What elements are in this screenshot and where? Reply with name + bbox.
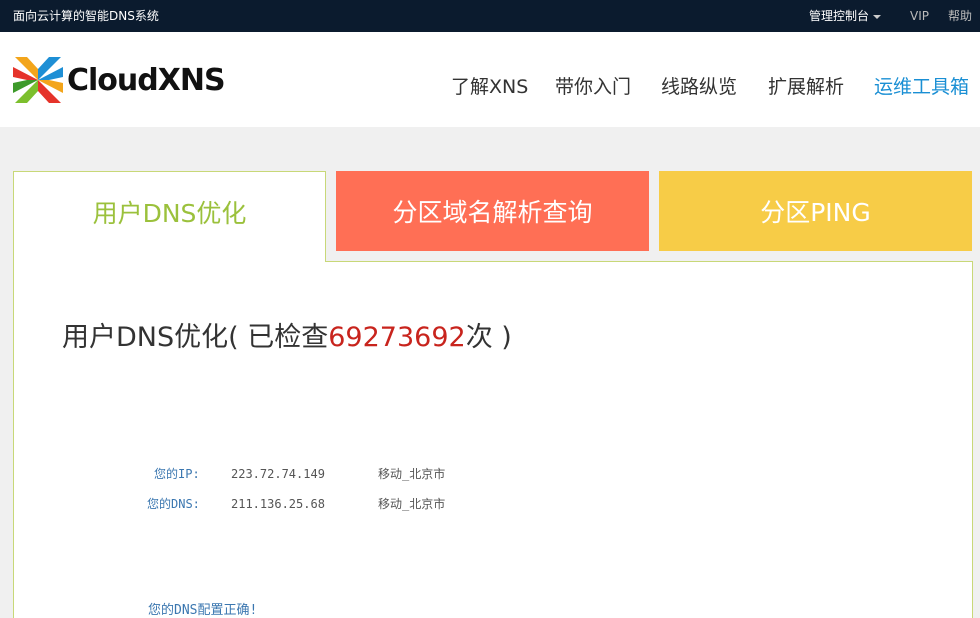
nav-extended-resolution[interactable]: 扩展解析 [768,75,844,99]
pinwheel-logo-icon [13,57,63,103]
dns-value: 211.136.25.68 [231,497,325,511]
console-menu[interactable]: 管理控制台 [809,8,882,24]
brand-name: CloudXNS [67,62,226,98]
tab-user-dns-optimization[interactable]: 用户DNS优化 [13,171,326,262]
nav-ops-toolbox[interactable]: 运维工具箱 [874,75,969,99]
tab-zone-domain-lookup[interactable]: 分区域名解析查询 [336,171,649,251]
tab-label: 分区PING [760,198,871,227]
help-link[interactable]: 帮助 [948,8,972,24]
console-label: 管理控制台 [809,9,870,23]
title-suffix: 次 ) [465,322,512,353]
ip-label: 您的IP: [154,467,200,481]
site-logo[interactable]: CloudXNS [13,54,226,106]
nav-getting-started[interactable]: 带你入门 [555,75,631,99]
nav-about-xns[interactable]: 了解XNS [451,75,528,99]
vip-link[interactable]: VIP [910,8,929,24]
title-prefix: 用户DNS优化( 已检查 [62,322,329,353]
tab-label: 分区域名解析查询 [392,198,593,227]
tab-zone-ping[interactable]: 分区PING [659,171,972,251]
content-panel [13,261,973,618]
checked-count: 69273692 [328,322,466,353]
site-slogan: 面向云计算的智能DNS系统 [13,9,159,23]
site-header: CloudXNS 了解XNS 带你入门 线路纵览 扩展解析 运维工具箱 [0,32,980,127]
dns-label: 您的DNS: [147,497,200,511]
dns-check-result: 您的DNS配置正确! [148,603,258,618]
top-bar: 面向云计算的智能DNS系统 管理控制台 VIP 帮助 [0,0,980,32]
nav-routes-overview[interactable]: 线路纵览 [661,75,737,99]
dns-location: 移动_北京市 [378,497,446,511]
caret-down-icon [873,15,882,19]
page-title: 用户DNS优化( 已检查69273692次 ) [62,320,512,356]
tab-label: 用户DNS优化 [92,198,247,228]
ip-value: 223.72.74.149 [231,467,325,481]
ip-location: 移动_北京市 [378,467,446,481]
